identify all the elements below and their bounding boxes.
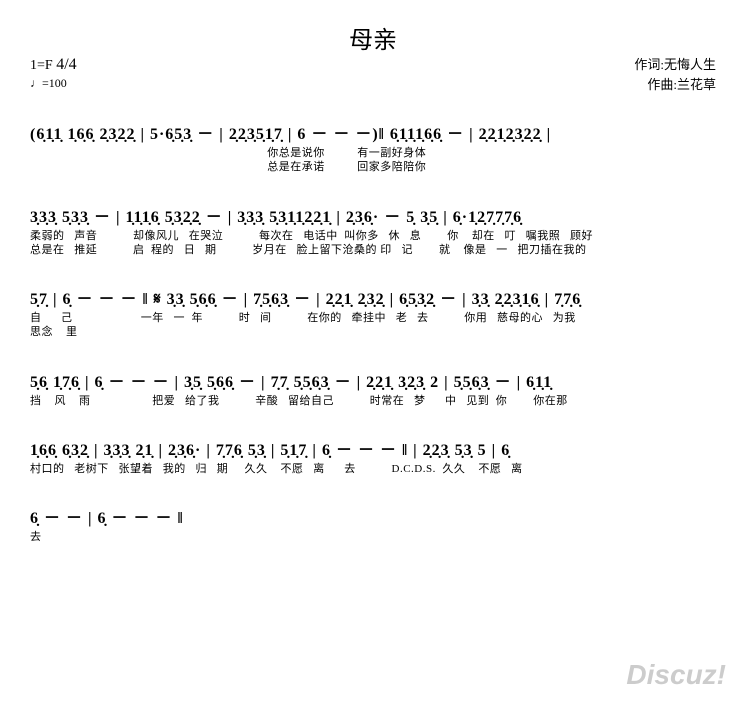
composer: 作曲:兰花草: [634, 75, 716, 95]
lyrics-row: 村口的 老树下 张望着 我的 归 期 久久 不愿 离 去 D.C.D.S. 久久…: [30, 462, 716, 476]
lyrics-row: 去: [30, 530, 716, 544]
meta-block: 1=F 4/4 ♩=100: [30, 55, 77, 91]
tempo: ♩=100: [30, 76, 77, 92]
notation-row: 3̣3̣3̣ 5̣3̣3̣ － | 1̣1̣1̣6̣ 5̣3̣2̣2̣ － | …: [30, 203, 716, 227]
lyrics-row-2: 总是在 推延 启 程的 日 期 岁月在 脸上留下沧桑的 印 记 就 像是 一 把…: [30, 243, 716, 257]
lyrics-row: 你总是说你 有一副好身体: [30, 146, 716, 160]
score-line: 1̣6̣6̣ 6̣3̣2̣ | 3̣3̣3̣ 2̣1̣ | 2̣3̣6̣· | …: [30, 436, 716, 476]
key-signature: 1=F 4/4: [30, 55, 77, 76]
notation-row: 6̣ － － | 6̣ － － － ‖: [30, 504, 716, 528]
lyrics-row: 柔弱的 声音 却像风儿 在哭泣 每次在 电话中 叫你多 休 息 你 却在 叮 嘱…: [30, 229, 716, 243]
lyrics-row: 自 己 一年 一 年 时 间 在你的 牵挂中 老 去 你用 慈母的心 为我: [30, 311, 716, 325]
notation-row: 1̣6̣6̣ 6̣3̣2̣ | 3̣3̣3̣ 2̣1̣ | 2̣3̣6̣· | …: [30, 436, 716, 460]
credits-block: 作词:无悔人生 作曲:兰花草: [634, 55, 716, 94]
lyrics-row-2: 思念 里: [30, 325, 716, 339]
score-line: 3̣3̣3̣ 5̣3̣3̣ － | 1̣1̣1̣6̣ 5̣3̣2̣2̣ － | …: [30, 203, 716, 258]
song-title: 母亲: [30, 20, 716, 55]
notation-row: (6̣1̣1̣ 1̣6̣6̣ 2̣3̣2̣2̣ | 5·6̣5̣3̣ － | 2…: [30, 120, 716, 144]
score-body: (6̣1̣1̣ 1̣6̣6̣ 2̣3̣2̣2̣ | 5·6̣5̣3̣ － | 2…: [30, 120, 716, 545]
score-line: 5̣7̣ | 6̣ － － － ‖ 𝄋 3̣3̣ 5̣6̣6̣ － | 7̣5̣…: [30, 285, 716, 340]
lyricist: 作词:无悔人生: [634, 55, 716, 75]
notation-row: 5̣6̣ 1̣7̣6̣ | 6̣ － － － | 3̣5̣ 5̣6̣6̣ － |…: [30, 368, 716, 392]
lyrics-row-2: 总是在承诺 回家多陪陪你: [30, 160, 716, 174]
lyrics-row: 挡 风 雨 把爱 给了我 辛酸 留给自己 时常在 梦 中 见到 你 你在那: [30, 394, 716, 408]
watermark: Discuz!: [626, 659, 726, 691]
notation-row: 5̣7̣ | 6̣ － － － ‖ 𝄋 3̣3̣ 5̣6̣6̣ － | 7̣5̣…: [30, 285, 716, 309]
score-line: 6̣ － － | 6̣ － － － ‖ 去: [30, 504, 716, 544]
score-line: (6̣1̣1̣ 1̣6̣6̣ 2̣3̣2̣2̣ | 5·6̣5̣3̣ － | 2…: [30, 120, 716, 175]
score-line: 5̣6̣ 1̣7̣6̣ | 6̣ － － － | 3̣5̣ 5̣6̣6̣ － |…: [30, 368, 716, 408]
